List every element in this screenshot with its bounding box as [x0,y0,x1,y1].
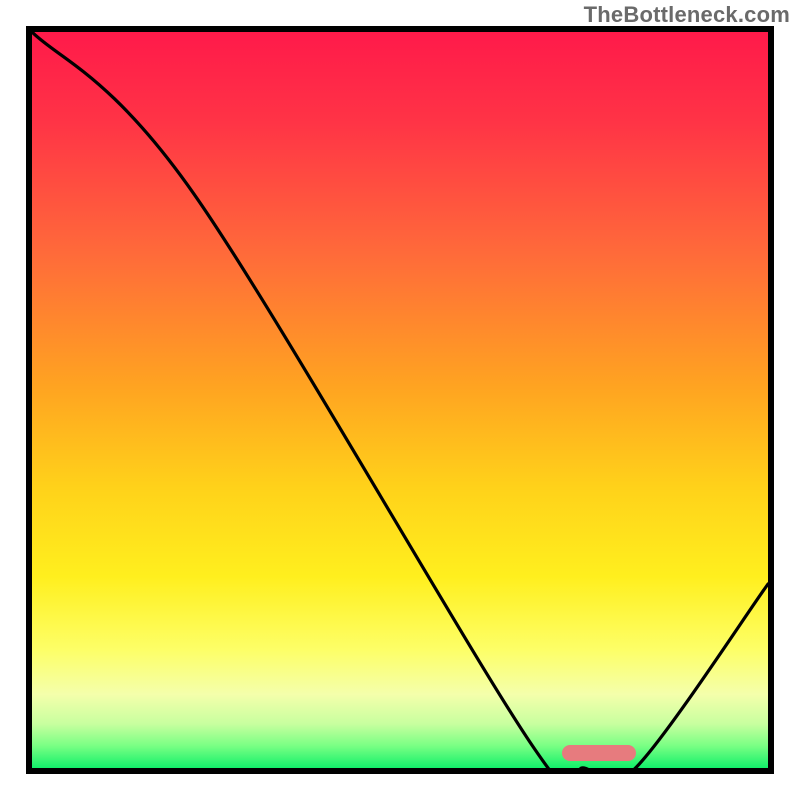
bottleneck-curve [32,32,768,768]
watermark-text: TheBottleneck.com [584,2,790,28]
chart-frame [26,26,774,774]
